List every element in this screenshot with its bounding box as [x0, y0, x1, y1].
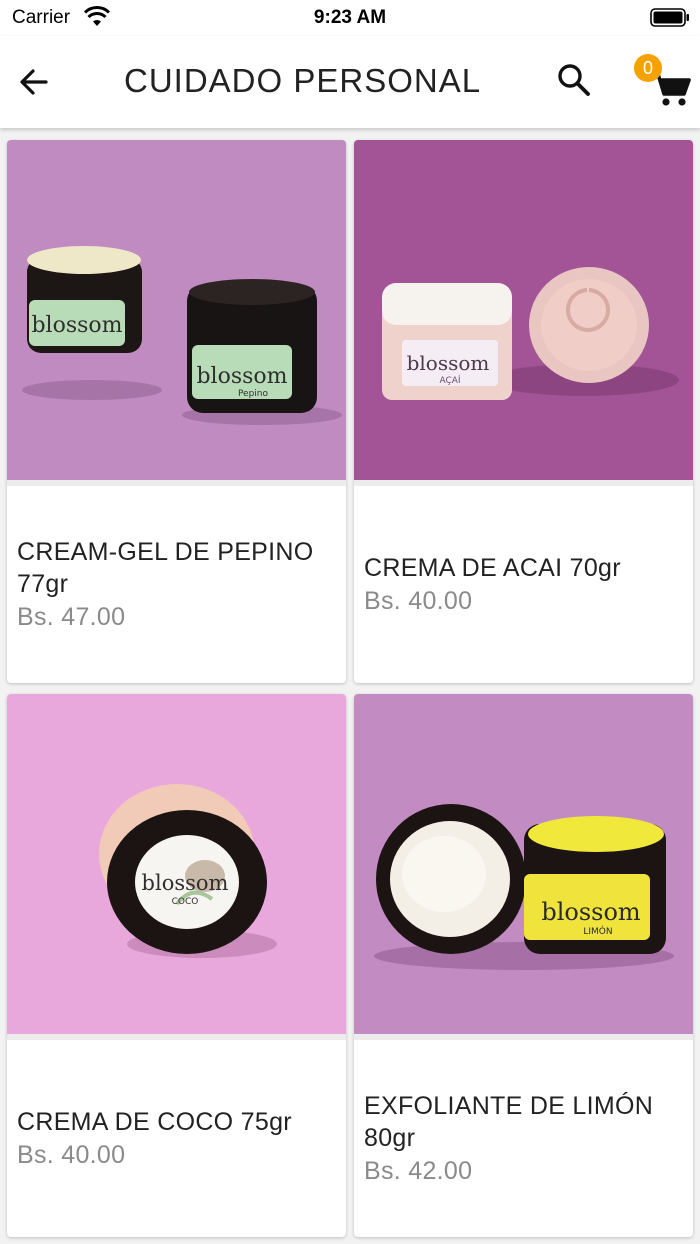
product-name: CREMA DE ACAI 70gr: [364, 553, 621, 582]
app-bar: CUIDADO PERSONAL 0: [0, 36, 700, 128]
product-price: Bs. 40.00: [364, 586, 473, 615]
svg-text:blossom: blossom: [541, 898, 641, 926]
product-card[interactable]: blossom AÇAÍ CREMA DE ACAI 70gr Bs. 40.0…: [354, 140, 693, 683]
image-sublabel: COCO: [172, 897, 199, 907]
product-card[interactable]: blossom LIMÓN EXFOLIANTE DE LIMÓN 80gr B…: [354, 694, 693, 1237]
product-image: blossom COCO: [7, 694, 346, 1034]
page-title: CUIDADO PERSONAL: [124, 62, 482, 99]
svg-text:blossom: blossom: [407, 351, 490, 375]
image-sublabel: Pepino: [238, 389, 269, 399]
product-name: CREAM-GEL DE PEPINO 77gr: [17, 537, 314, 598]
product-price: Bs. 42.00: [364, 1156, 473, 1185]
status-bar: Carrier 9:23 AM: [0, 0, 700, 36]
product-price: Bs. 40.00: [17, 1140, 126, 1169]
product-name: CREMA DE COCO 75gr: [17, 1107, 292, 1136]
card-body: EXFOLIANTE DE LIMÓN 80gr Bs. 42.00: [364, 1040, 685, 1237]
product-image: blossom AÇAÍ: [354, 140, 693, 480]
svg-text:blossom: blossom: [31, 313, 122, 338]
image-sublabel: AÇAÍ: [439, 374, 460, 386]
product-card[interactable]: blossom blossom Pepino CREAM-GEL DE PEPI…: [7, 140, 346, 683]
svg-text:blossom: blossom: [196, 364, 287, 389]
product-card[interactable]: blossom COCO CREMA DE COCO 75gr Bs. 40.0…: [7, 694, 346, 1237]
svg-text:blossom: blossom: [142, 871, 229, 895]
back-arrow-icon[interactable]: [14, 62, 54, 102]
product-image: blossom blossom Pepino: [7, 140, 346, 480]
image-sublabel: LIMÓN: [583, 925, 612, 937]
battery-icon: [650, 8, 689, 27]
search-icon[interactable]: [554, 60, 594, 100]
cart-count-badge: 0: [634, 54, 662, 82]
card-body: CREMA DE ACAI 70gr Bs. 40.00: [364, 486, 685, 683]
product-image: blossom LIMÓN: [354, 694, 693, 1034]
card-body: CREMA DE COCO 75gr Bs. 40.00: [17, 1040, 338, 1237]
product-price: Bs. 47.00: [17, 602, 126, 631]
product-name: EXFOLIANTE DE LIMÓN 80gr: [364, 1091, 654, 1152]
clock: 9:23 AM: [313, 7, 387, 28]
card-body: CREAM-GEL DE PEPINO 77gr Bs. 47.00: [17, 486, 338, 683]
product-grid: blossom blossom Pepino CREAM-GEL DE PEPI…: [0, 128, 700, 1244]
